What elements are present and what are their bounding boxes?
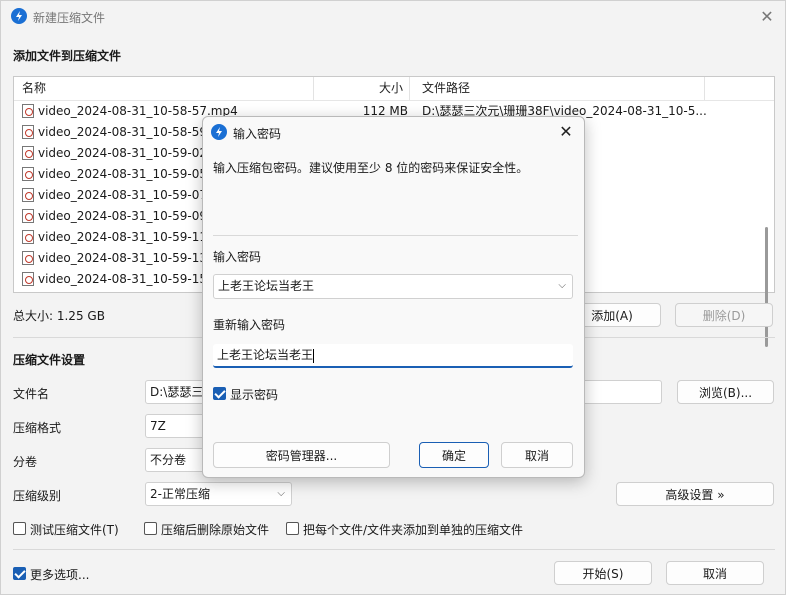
format-label: 压缩格式 [13,421,62,435]
start-button[interactable]: 开始(S) [554,561,652,585]
dialog-description: 输入压缩包密码。建议使用至少 8 位的密码来保证安全性。 [213,161,529,175]
password-dialog: 输入密码 ✕ 输入压缩包密码。建议使用至少 8 位的密码来保证安全性。 输入密码… [202,116,585,478]
level-value: 2-正常压缩 [150,487,210,501]
column-path[interactable]: 文件路径 [420,77,705,100]
confirm-password-label: 重新输入密码 [213,318,286,332]
chevron-down-icon[interactable]: ⌵ [558,275,566,297]
file-video-icon [22,230,34,244]
ok-button[interactable]: 确定 [419,442,489,468]
show-password-checkbox[interactable] [213,387,226,400]
more-options-label: 更多选项... [30,568,90,582]
browse-button[interactable]: 浏览(B)... [677,380,774,404]
dialog-cancel-button[interactable]: 取消 [501,442,573,468]
close-icon[interactable]: ✕ [757,6,777,26]
window-title: 新建压缩文件 [33,11,106,25]
file-video-icon [22,125,34,139]
chevron-down-icon: ⌵ [277,488,285,499]
app-icon [11,8,27,24]
file-video-icon [22,146,34,160]
delete-after-checkbox[interactable] [144,522,157,535]
close-icon[interactable]: ✕ [556,121,576,141]
app-icon [211,124,227,140]
add-section-title: 添加文件到压缩文件 [13,49,122,63]
settings-title: 压缩文件设置 [13,353,86,367]
vertical-scrollbar[interactable] [765,227,768,347]
more-options-checkbox[interactable] [13,567,26,580]
delete-button[interactable]: 删除(D) [675,303,773,327]
dialog-title: 输入密码 [233,127,282,141]
confirm-password-input[interactable]: 上老王论坛当老王 [213,344,573,368]
title-bar: 新建压缩文件 ✕ [1,1,785,31]
separate-archives-checkbox[interactable] [286,522,299,535]
advanced-settings-button[interactable]: 高级设置 » [616,482,774,506]
column-name[interactable]: 名称 [22,77,314,100]
cancel-button[interactable]: 取消 [666,561,764,585]
show-password-label: 显示密码 [230,388,279,402]
format-value: 7Z [150,419,166,433]
file-video-icon [22,251,34,265]
file-video-icon [22,272,34,286]
split-value: 不分卷 [150,453,187,467]
level-select[interactable]: 2-正常压缩 ⌵ [145,482,292,506]
file-video-icon [22,209,34,223]
file-video-icon [22,167,34,181]
password-manager-button[interactable]: 密码管理器... [213,442,390,468]
confirm-password-value: 上老王论坛当老王 [217,348,314,362]
password-value: 上老王论坛当老王 [218,279,315,293]
test-archive-label: 测试压缩文件(T) [30,523,119,537]
separate-archives-label: 把每个文件/文件夹添加到单独的压缩文件 [303,523,524,537]
password-input[interactable]: 上老王论坛当老王 ⌵ [213,274,573,299]
filename-label: 文件名 [13,387,50,401]
level-label: 压缩级别 [13,489,62,503]
split-label: 分卷 [13,455,38,469]
file-video-icon [22,104,34,118]
total-size: 总大小: 1.25 GB [13,309,105,323]
test-archive-checkbox[interactable] [13,522,26,535]
delete-after-label: 压缩后删除原始文件 [161,523,270,537]
password-label: 输入密码 [213,250,262,264]
file-video-icon [22,188,34,202]
column-size[interactable]: 大小 [314,77,410,100]
